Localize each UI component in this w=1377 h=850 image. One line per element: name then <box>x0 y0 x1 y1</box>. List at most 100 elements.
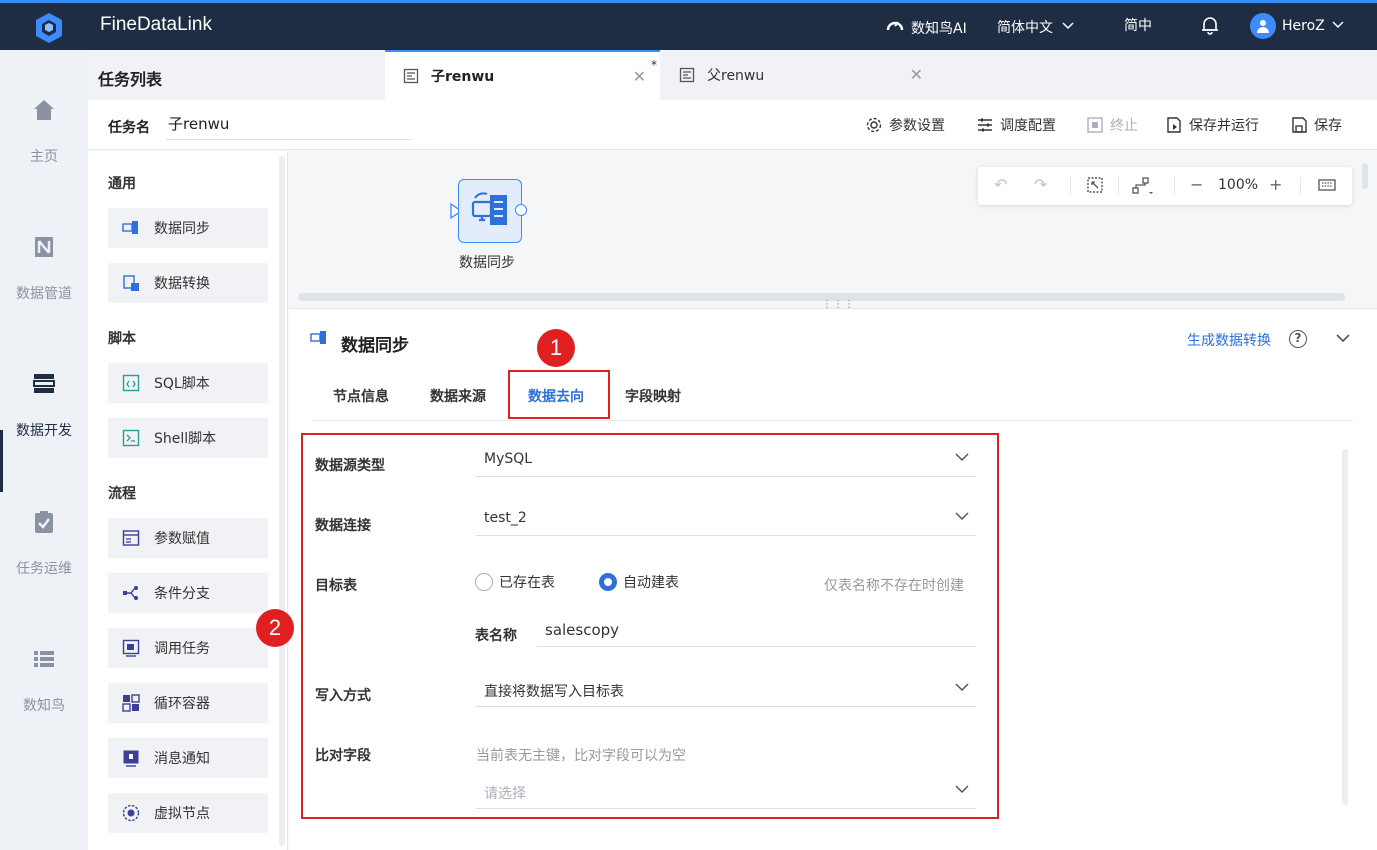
schedule-config-button[interactable]: 调度配置 <box>976 115 1056 135</box>
pipeline-icon <box>30 233 58 261</box>
palette-item-param-assign[interactable]: 参数赋值 <box>108 518 268 558</box>
ai-assistant-button[interactable]: 数知鸟AI <box>885 16 967 40</box>
palette-item-message-notify[interactable]: 消息通知 <box>108 738 268 778</box>
palette-item-data-transform[interactable]: 数据转换 <box>108 263 268 303</box>
close-icon[interactable]: ✕ <box>910 65 923 84</box>
redo-icon[interactable]: ↷ <box>1034 175 1047 194</box>
palette-item-label: 消息通知 <box>154 751 210 767</box>
zoom-level: 100% <box>1218 177 1259 193</box>
param-settings-label: 参数设置 <box>889 118 945 134</box>
tab-parent-task[interactable]: 父renwu ✕ <box>661 50 937 100</box>
source-type-label: 数据源类型 <box>315 458 385 474</box>
language-select[interactable]: 简体中文 <box>997 17 1075 37</box>
table-name-input[interactable]: salescopy <box>537 615 976 647</box>
simplified-toggle[interactable]: 简中 <box>1124 15 1152 35</box>
task-toolbar: 任务名 子renwu 参数设置 调度配置 终止 保存并运行 保存 <box>88 100 1377 150</box>
clipboard-check-icon <box>30 508 58 536</box>
task-name-label: 任务名 <box>108 120 150 136</box>
node-output-port[interactable] <box>515 204 527 216</box>
palette-item-label: 数据转换 <box>154 276 210 292</box>
palette-item-shell-script[interactable]: Shell脚本 <box>108 418 268 458</box>
palette-item-condition-branch[interactable]: 条件分支 <box>108 573 268 613</box>
compare-field-select[interactable]: 请选择 <box>476 777 976 809</box>
tab-node-info[interactable]: 节点信息 <box>333 386 389 406</box>
layout-icon[interactable] <box>1132 176 1154 200</box>
save-button[interactable]: 保存 <box>1290 115 1342 135</box>
bell-icon[interactable] <box>1199 14 1221 36</box>
list-icon <box>30 645 58 673</box>
palette-item-label: 虚拟节点 <box>154 806 210 822</box>
palette-item-label: Shell脚本 <box>154 431 217 447</box>
step-badge: 1 <box>537 329 575 367</box>
terminal-icon <box>122 429 140 447</box>
tab-child-task[interactable]: 子renwu ✕ * <box>385 50 660 100</box>
source-type-select[interactable]: MySQL <box>476 445 976 477</box>
palette-group-title: 流程 <box>108 486 136 502</box>
undo-icon[interactable]: ↶ <box>994 175 1007 194</box>
canvas-toolbar: ↶ ↷ − 100% + <box>978 167 1352 205</box>
connection-select[interactable]: test_2 <box>476 504 976 536</box>
nav-label: 数知鸟 <box>23 698 65 714</box>
fit-view-icon[interactable] <box>1086 176 1104 198</box>
task-list-title: 任务列表 <box>98 70 163 89</box>
data-sync-icon <box>310 329 328 347</box>
keyboard-icon[interactable] <box>1318 177 1336 197</box>
nav-label: 数据管道 <box>16 286 72 302</box>
param-settings-button[interactable]: 参数设置 <box>865 115 945 135</box>
palette-item-call-task[interactable]: 调用任务 <box>108 628 268 668</box>
palette-item-sql-script[interactable]: SQL脚本 <box>108 363 268 403</box>
help-icon[interactable]: ? <box>1289 330 1307 348</box>
canvas-vertical-scrollbar[interactable] <box>1362 163 1368 189</box>
nav-item-shuzhiniao[interactable]: 数知鸟 <box>0 645 88 755</box>
workflow-canvas[interactable]: 数据同步 ↶ ↷ − 100% + ⋮⋮⋮ <box>289 151 1377 310</box>
zoom-out-icon[interactable]: − <box>1190 175 1203 194</box>
node-label: 数据同步 <box>459 255 515 271</box>
radio-existing-table[interactable]: 已存在表 <box>475 572 555 592</box>
palette-item-loop-container[interactable]: 循环容器 <box>108 683 268 723</box>
palette-item-virtual-node[interactable]: 虚拟节点 <box>108 793 268 833</box>
tab-data-source[interactable]: 数据来源 <box>430 386 486 406</box>
nav-item-data-dev[interactable]: 数据开发 <box>0 370 88 480</box>
save-and-run-button[interactable]: 保存并运行 <box>1165 115 1259 135</box>
radio-auto-create[interactable]: 自动建表 <box>599 572 679 592</box>
call-task-icon <box>122 639 140 657</box>
data-sync-icon <box>122 219 140 237</box>
nav-item-ops[interactable]: 任务运维 <box>0 508 88 618</box>
close-icon[interactable]: ✕ <box>633 67 646 86</box>
source-type-value: MySQL <box>484 451 533 467</box>
tab-field-mapping[interactable]: 字段映射 <box>625 386 681 406</box>
nav-item-home[interactable]: 主页 <box>0 96 88 206</box>
loop-container-icon <box>122 694 140 712</box>
palette-item-data-sync[interactable]: 数据同步 <box>108 208 268 248</box>
palette-group-title: 通用 <box>108 176 136 192</box>
data-sync-node[interactable] <box>458 179 522 243</box>
dev-icon <box>30 370 58 398</box>
task-doc-icon <box>679 67 695 83</box>
data-transform-icon <box>122 274 140 292</box>
top-bar: FineDataLink 数知鸟AI 简体中文 简中 HeroZ <box>0 0 1377 50</box>
gear-icon <box>866 117 882 133</box>
user-name: HeroZ <box>1282 18 1325 34</box>
task-name-input[interactable]: 子renwu <box>166 114 411 140</box>
destination-form: 数据源类型 MySQL 数据连接 test_2 目标表 已存在表 自动建表 仅表… <box>301 433 999 819</box>
radio-button <box>475 573 493 591</box>
properties-panel: 数据同步 生成数据转换 ? 节点信息 数据来源 数据去向 字段映射 1 2 数据… <box>256 308 1377 850</box>
palette-scrollbar[interactable] <box>279 156 285 846</box>
app-logo-icon[interactable] <box>31 10 67 46</box>
write-mode-select[interactable]: 直接将数据写入目标表 <box>476 675 976 707</box>
stop-button[interactable]: 终止 <box>1086 115 1138 135</box>
stop-icon <box>1087 117 1103 133</box>
app-title: FineDataLink <box>100 14 212 35</box>
user-menu[interactable]: HeroZ <box>1250 13 1345 39</box>
radio-button-selected <box>599 573 617 591</box>
chevron-down-icon[interactable] <box>1335 329 1351 348</box>
language-label: 简体中文 <box>997 20 1053 36</box>
compare-field-hint: 当前表无主键，比对字段可以为空 <box>476 748 686 764</box>
panel-scrollbar[interactable] <box>1342 449 1348 805</box>
panel-tabs: 节点信息 数据来源 数据去向 字段映射 <box>313 369 1353 421</box>
compare-field-label: 比对字段 <box>315 748 371 764</box>
schedule-config-label: 调度配置 <box>1000 118 1056 134</box>
nav-item-pipeline[interactable]: 数据管道 <box>0 233 88 343</box>
zoom-in-icon[interactable]: + <box>1269 175 1282 194</box>
generate-transform-link[interactable]: 生成数据转换 <box>1187 330 1271 350</box>
